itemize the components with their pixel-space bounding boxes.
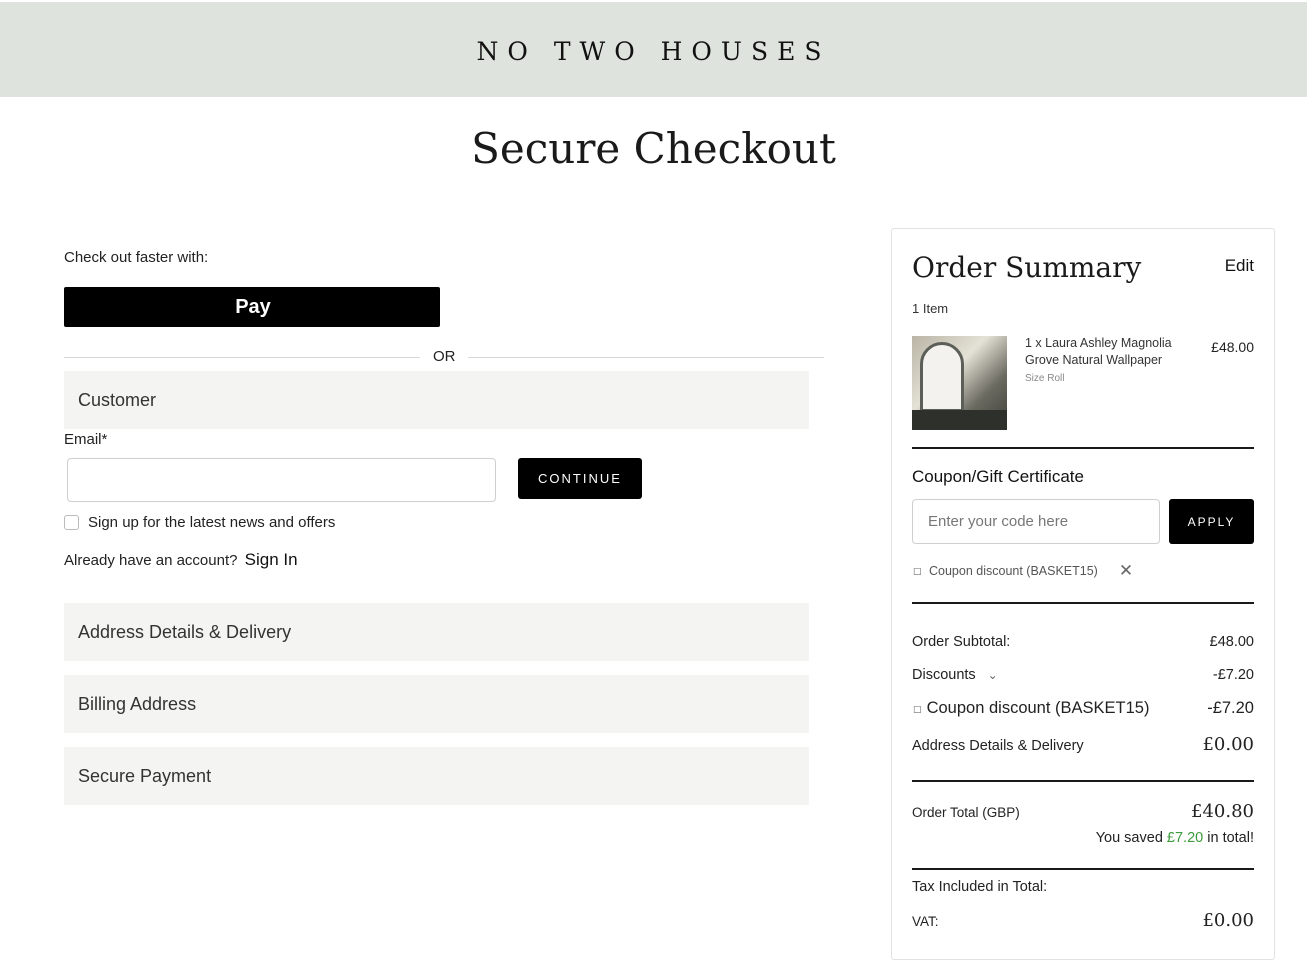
coupon-title: Coupon/Gift Certificate (912, 467, 1084, 486)
applied-coupon-label: Coupon discount (BASKET15) (929, 564, 1098, 578)
newsletter-checkbox[interactable] (64, 515, 79, 530)
coupon-discount-row: ◇ Coupon discount (BASKET15) -£7.20 (908, 699, 1254, 718)
product-image-floor (912, 410, 1007, 430)
account-row: Already have an account? Sign In (64, 550, 298, 570)
discounts-toggle[interactable]: Discounts ⌄ (912, 667, 998, 683)
divider (912, 447, 1254, 449)
order-summary-title: Order Summary (912, 251, 1142, 284)
or-divider: OR (64, 347, 824, 367)
address-section-header[interactable]: Address Details & Delivery (64, 603, 809, 661)
subtotal-row: Order Subtotal: £48.00 (912, 634, 1254, 650)
vat-label: VAT: (912, 914, 939, 929)
tax-row: Tax Included in Total: (912, 879, 1254, 895)
product-price: £48.00 (1211, 339, 1254, 355)
vat-row: VAT: £0.00 (912, 910, 1254, 931)
saved-prefix: You saved (1095, 830, 1163, 846)
applied-coupon-chip: ◇ Coupon discount (BASKET15) ✕ (908, 560, 1133, 582)
apple-pay-button[interactable]: Pay (64, 287, 440, 327)
divider (912, 868, 1254, 870)
product-image (912, 336, 1007, 430)
product-image-window (920, 342, 964, 412)
saved-suffix: in total! (1207, 830, 1254, 846)
coupon-code-input[interactable] (912, 499, 1160, 544)
savings-message: You saved £7.20 in total! (1096, 830, 1254, 846)
order-total-row: Order Total (GBP) £40.80 (912, 801, 1254, 822)
customer-section-header[interactable]: Customer (64, 371, 809, 429)
order-summary: Order Summary Edit 1 Item 1 x Laura Ashl… (891, 228, 1275, 960)
product-name: 1 x Laura Ashley Magnolia Grove Natural … (1025, 336, 1172, 367)
account-text: Already have an account? (64, 552, 238, 569)
divider-line (468, 357, 824, 358)
discounts-row[interactable]: Discounts ⌄ -£7.20 (912, 667, 1254, 683)
divider-line (64, 357, 420, 358)
delivery-row: Address Details & Delivery £0.00 (912, 734, 1254, 755)
close-icon[interactable]: ✕ (1119, 561, 1133, 581)
item-count: 1 Item (912, 301, 949, 316)
coupon-discount-value: -£7.20 (1207, 699, 1254, 717)
payment-section-header[interactable]: Secure Payment (64, 747, 809, 805)
continue-button[interactable]: CONTINUE (518, 458, 642, 499)
discounts-label: Discounts (912, 667, 976, 683)
site-header: NO TWO HOUSES (0, 0, 1307, 97)
product-variant: Size Roll (1025, 373, 1065, 384)
vat-value: £0.00 (1202, 910, 1254, 931)
delivery-value: £0.00 (1202, 734, 1254, 755)
tax-label: Tax Included in Total: (912, 879, 1048, 895)
subtotal-label: Order Subtotal: (912, 634, 1011, 650)
saved-amount: £7.20 (1166, 830, 1204, 846)
coupon-discount-label: Coupon discount (BASKET15) (926, 699, 1150, 717)
order-total-label: Order Total (GBP) (912, 805, 1020, 820)
divider (912, 602, 1254, 604)
apple-pay-label: Pay (235, 295, 271, 318)
tag-icon: ◇ (907, 561, 926, 580)
apply-coupon-button[interactable]: APPLY (1169, 499, 1254, 544)
express-checkout-label: Check out faster with: (64, 249, 209, 266)
sign-in-link[interactable]: Sign In (245, 550, 298, 569)
email-label: Email* (64, 431, 108, 448)
brand-logo[interactable]: NO TWO HOUSES (0, 37, 1307, 66)
delivery-label: Address Details & Delivery (912, 738, 1084, 754)
divider (912, 780, 1254, 782)
chevron-down-icon[interactable]: ⌄ (988, 668, 998, 682)
newsletter-label: Sign up for the latest news and offers (88, 514, 336, 531)
page-title: Secure Checkout (471, 124, 836, 173)
coupon-discount-label-wrap: ◇ Coupon discount (BASKET15) (908, 699, 1150, 718)
tag-icon: ◇ (907, 699, 926, 718)
or-text: OR (433, 348, 456, 365)
order-total-value: £40.80 (1191, 801, 1254, 822)
email-field[interactable] (67, 458, 496, 502)
discounts-value: -£7.20 (1212, 667, 1254, 683)
billing-section-header[interactable]: Billing Address (64, 675, 809, 733)
subtotal-value: £48.00 (1209, 634, 1254, 650)
edit-cart-link[interactable]: Edit (1225, 256, 1254, 276)
newsletter-row: Sign up for the latest news and offers (64, 514, 335, 531)
